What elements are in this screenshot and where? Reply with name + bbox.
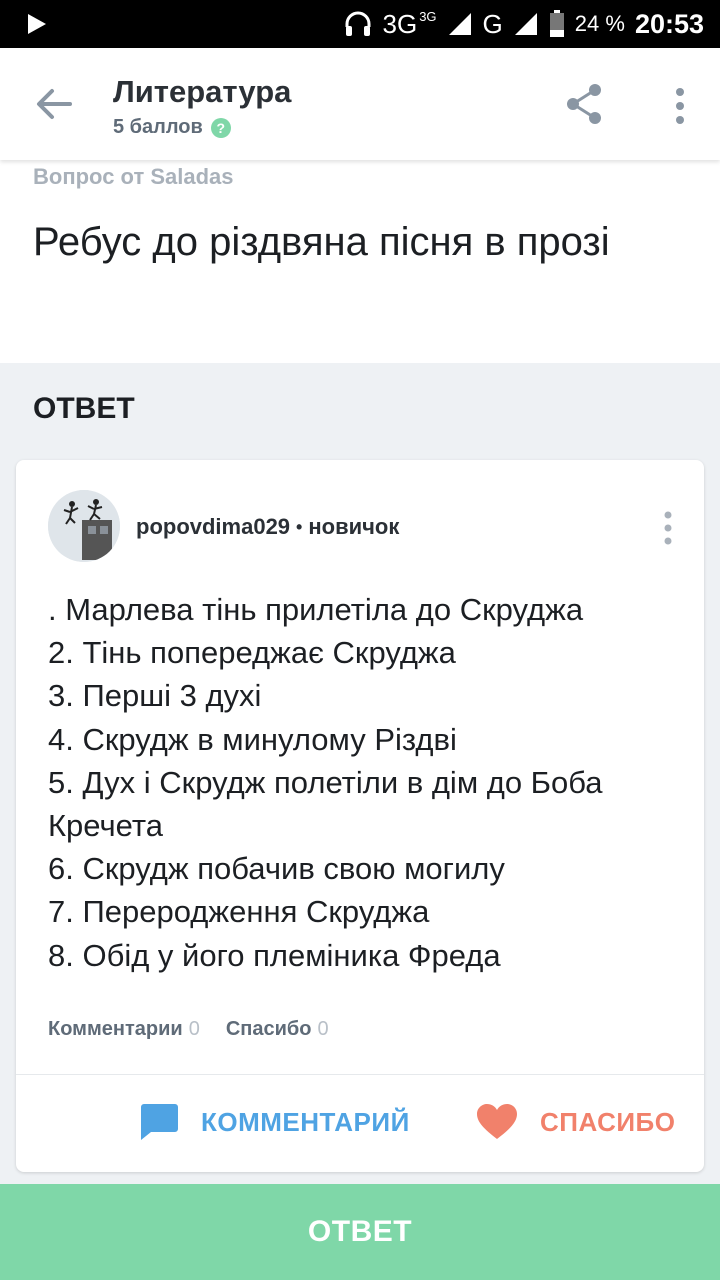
network-g: G [482, 8, 503, 39]
points-label: 5 баллов ? [113, 116, 231, 139]
answer-line: 6. Скрудж побачив свою могилу [48, 851, 505, 887]
network-3g: 3G 3G [382, 8, 437, 39]
app-bar: Литература 5 баллов ? [0, 48, 720, 160]
status-bar: 3G 3G G 24 % 20:53 [0, 0, 720, 48]
back-arrow-icon[interactable] [34, 84, 74, 124]
answer-stats: Комментарии 0 Спасибо 0 [48, 1018, 329, 1041]
answer-heading: ОТВЕТ [33, 392, 135, 425]
thanks-stat[interactable]: Спасибо 0 [226, 1018, 329, 1041]
separator: • [296, 516, 303, 537]
question-section: Вопрос от Saladas Ребус до різдвяна пісн… [0, 160, 720, 363]
battery-percent: 24 % [574, 11, 625, 36]
more-vert-icon[interactable] [668, 86, 692, 126]
answer-line: 7. Переродження Скруджа [48, 894, 430, 930]
thanks-button[interactable]: СПАСИБО [476, 1096, 675, 1148]
divider [16, 1074, 704, 1075]
username[interactable]: popovdima029 [136, 514, 290, 540]
answer-line: 2. Тінь попереджає Скруджа [48, 635, 456, 671]
signal-icon [448, 13, 471, 35]
question-text: Ребус до різдвяна пісня в прозі [33, 220, 610, 264]
question-asker[interactable]: Вопрос от Saladas [33, 164, 234, 190]
signal-icon-2 [514, 13, 537, 35]
help-icon[interactable]: ? [210, 117, 231, 138]
avatar[interactable] [48, 490, 120, 562]
comments-stat[interactable]: Комментарии 0 [48, 1018, 200, 1041]
comment-button[interactable]: КОММЕНТАРИЙ [137, 1096, 410, 1148]
answer-line: 4. Скрудж в минулому Різдві [48, 721, 457, 757]
comment-button-label: КОММЕНТАРИЙ [201, 1106, 410, 1137]
answer-line: 5. Дух і Скрудж полетіли в дім до Боба К… [48, 764, 603, 844]
avatar-image [48, 490, 120, 562]
subject-title: Литература [113, 74, 292, 109]
answer-author[interactable]: popovdima029 • новичок [136, 514, 399, 540]
status-right: 3G 3G G 24 % 20:53 [343, 0, 704, 48]
play-store-icon [28, 14, 46, 34]
answer-line: 3. Перші 3 духі [48, 678, 262, 714]
clock: 20:53 [634, 8, 704, 39]
points-text: 5 баллов [113, 116, 203, 138]
thanks-button-label: СПАСИБО [540, 1106, 676, 1137]
battery-icon [549, 10, 564, 37]
comment-icon [141, 1104, 178, 1140]
answer-body: . Марлева тінь прилетіла до Скруджа 2. Т… [48, 588, 688, 977]
answer-line: 8. Обід у його племіника Фреда [48, 937, 501, 973]
answer-button[interactable]: ОТВЕТ [0, 1184, 720, 1280]
headset-icon [345, 11, 371, 36]
heart-icon [477, 1104, 517, 1139]
answer-line: . Марлева тінь прилетіла до Скруджа [48, 592, 584, 627]
answer-card: popovdima029 • новичок . Марлева тінь пр… [16, 460, 704, 1172]
share-icon[interactable] [564, 82, 604, 126]
answer-more-icon[interactable] [660, 510, 676, 546]
user-rank: новичок [308, 514, 400, 539]
